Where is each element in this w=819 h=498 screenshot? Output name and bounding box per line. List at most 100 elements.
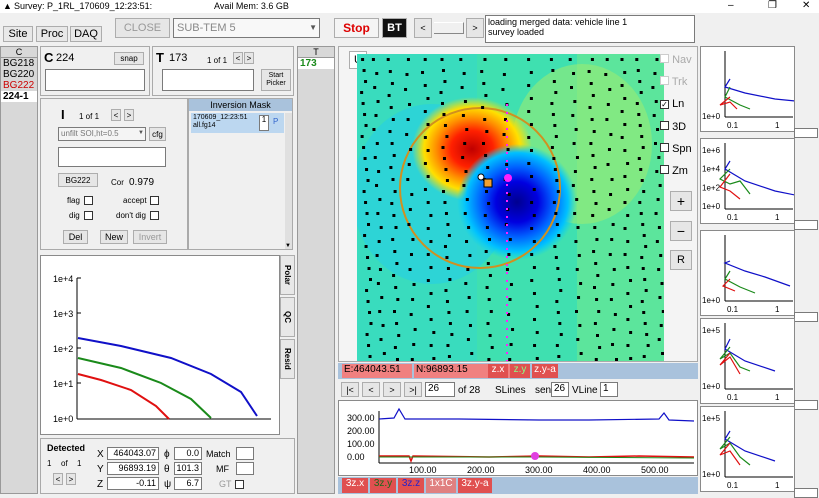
start-picker-button[interactable]: Start Picker [261, 69, 291, 91]
invert-button[interactable]: Invert [133, 230, 167, 244]
first-line-button[interactable]: |< [341, 382, 359, 397]
stop-button[interactable]: Stop [334, 18, 379, 38]
option-ln-checkbox[interactable]: ✓ [660, 100, 669, 109]
tab-polar[interactable]: Polar [280, 255, 295, 295]
target-marker[interactable] [483, 178, 493, 188]
thumbnail-field[interactable] [794, 400, 818, 410]
x-field[interactable]: 464043.07 [107, 447, 159, 460]
i-next-button[interactable]: > [124, 109, 134, 121]
option-trk-checkbox[interactable] [660, 76, 669, 85]
thumbnail-field[interactable] [794, 488, 818, 498]
t-next-button[interactable]: > [244, 52, 254, 64]
decay-thumbnail[interactable]: 1e+0 0.1 1 [700, 230, 795, 316]
prev-button[interactable]: < [414, 18, 432, 38]
c-list-item[interactable]: BG220 [1, 69, 37, 80]
minimize-icon[interactable]: – [728, 0, 734, 11]
match-field[interactable] [236, 447, 254, 460]
option-3d-checkbox[interactable] [660, 121, 669, 130]
decay-thumbnail[interactable]: 1e+6 1e+4 1e+2 1e+0 0.1 1 [700, 138, 796, 224]
slider-track[interactable] [434, 22, 464, 34]
zx-button[interactable]: z.x [488, 364, 508, 378]
del-button[interactable]: Del [63, 230, 88, 244]
snap-button[interactable]: snap [114, 52, 144, 65]
tab-resid[interactable]: Resid [280, 339, 295, 379]
psi-field[interactable]: 6.7 [174, 477, 202, 490]
tab-proc[interactable]: Proc [36, 26, 68, 42]
bg-button[interactable]: BG222 [58, 173, 98, 187]
next-line-button[interactable]: > [383, 382, 401, 397]
c-input[interactable] [45, 69, 145, 91]
1x1c-button[interactable]: 1x1C [426, 478, 456, 493]
option-trk[interactable]: Trk [660, 76, 687, 88]
mf-field[interactable] [236, 462, 254, 475]
reset-button[interactable]: R [670, 250, 692, 270]
new-button[interactable]: New [100, 230, 128, 244]
option-nav-checkbox[interactable] [660, 54, 669, 63]
sen-field[interactable]: 26 [551, 382, 569, 397]
bt-button[interactable]: BT [382, 18, 407, 38]
scroll-down-icon[interactable]: ▼ [285, 243, 291, 249]
inversion-header: Inversion Mask [189, 99, 292, 111]
dig-checkbox[interactable] [84, 211, 93, 220]
t-input[interactable] [162, 69, 254, 91]
t-prev-button[interactable]: < [233, 52, 243, 64]
prev-line-button[interactable]: < [362, 382, 380, 397]
next-button[interactable]: > [466, 18, 484, 38]
phi-field[interactable]: 0.0 [174, 447, 202, 460]
zoom-in-button[interactable]: + [670, 191, 692, 211]
maximize-icon[interactable]: ❐ [768, 0, 777, 11]
flag-checkbox[interactable] [84, 196, 93, 205]
thumbnail-field[interactable] [794, 128, 818, 138]
option-zm[interactable]: Zm [660, 165, 688, 177]
option-zm-checkbox[interactable] [660, 165, 669, 174]
cfg-button[interactable]: cfg [149, 127, 166, 141]
last-line-button[interactable]: >| [404, 382, 422, 397]
y-field[interactable]: 96893.19 [107, 462, 159, 475]
filter-select[interactable]: unfilt SOI,ht=0.5 ▼ [58, 127, 146, 141]
c-list-item-selected[interactable]: 224-1 [1, 91, 37, 102]
3zya-button[interactable]: 3z.y-a [458, 478, 492, 493]
inversion-spin[interactable]: 1 [259, 115, 269, 131]
i-input[interactable] [58, 147, 166, 167]
survey-point [389, 106, 393, 109]
tab-daq[interactable]: DAQ [70, 26, 102, 42]
decay-thumbnail[interactable]: 1e+5 1e+0 0.1 1 [700, 406, 795, 492]
zoom-out-button[interactable]: − [670, 221, 692, 241]
decay-thumbnail[interactable]: 1e+0 0.1 1 [700, 46, 796, 132]
close-icon[interactable]: ✕ [802, 0, 810, 11]
tab-qc[interactable]: QC [280, 297, 295, 337]
t-column-item[interactable]: 173 [298, 58, 334, 69]
inversion-item[interactable]: 170609_12:23:51 all.fg14 1 P [191, 113, 284, 133]
gt-checkbox[interactable] [235, 480, 244, 489]
theta-field[interactable]: 101.3 [174, 462, 202, 475]
detected-prev-button[interactable]: < [53, 473, 63, 485]
map-view[interactable] [357, 54, 664, 361]
3zy-button[interactable]: 3z.y [370, 478, 396, 493]
c-list-item[interactable]: BG218 [1, 58, 37, 69]
accept-checkbox[interactable] [150, 196, 159, 205]
option-3d[interactable]: 3D [660, 121, 686, 133]
detected-next-button[interactable]: > [66, 473, 76, 485]
zya-button[interactable]: z.y-a [532, 364, 558, 378]
option-ln[interactable]: ✓ Ln [660, 98, 684, 110]
system-select[interactable]: SUB-TEM 5 ▼ [173, 18, 320, 38]
dontdig-checkbox[interactable] [150, 211, 159, 220]
thumbnail-field[interactable] [794, 312, 818, 322]
i-prev-button[interactable]: < [111, 109, 121, 121]
thumbnail-field[interactable] [794, 220, 818, 230]
decay-thumbnail[interactable]: 1e+5 1e+0 0.1 1 [700, 318, 795, 404]
option-spn-checkbox[interactable] [660, 143, 669, 152]
option-spn[interactable]: Spn [660, 143, 692, 155]
close-survey-button[interactable]: CLOSE [115, 18, 170, 38]
scrollbar[interactable]: ▼ [285, 113, 292, 249]
survey-point [366, 300, 370, 303]
zy-button[interactable]: z.y [510, 364, 530, 378]
vline-field[interactable]: 1 [600, 382, 618, 397]
tab-site[interactable]: Site [3, 26, 33, 42]
line-number-field[interactable]: 26 [425, 382, 455, 397]
c-list-item[interactable]: BG222 [1, 80, 37, 91]
option-nav[interactable]: Nav [660, 54, 692, 66]
3zz-button[interactable]: 3z.z [398, 478, 424, 493]
z-field[interactable]: -0.11 [107, 477, 159, 490]
3zx-button[interactable]: 3z.x [342, 478, 368, 493]
